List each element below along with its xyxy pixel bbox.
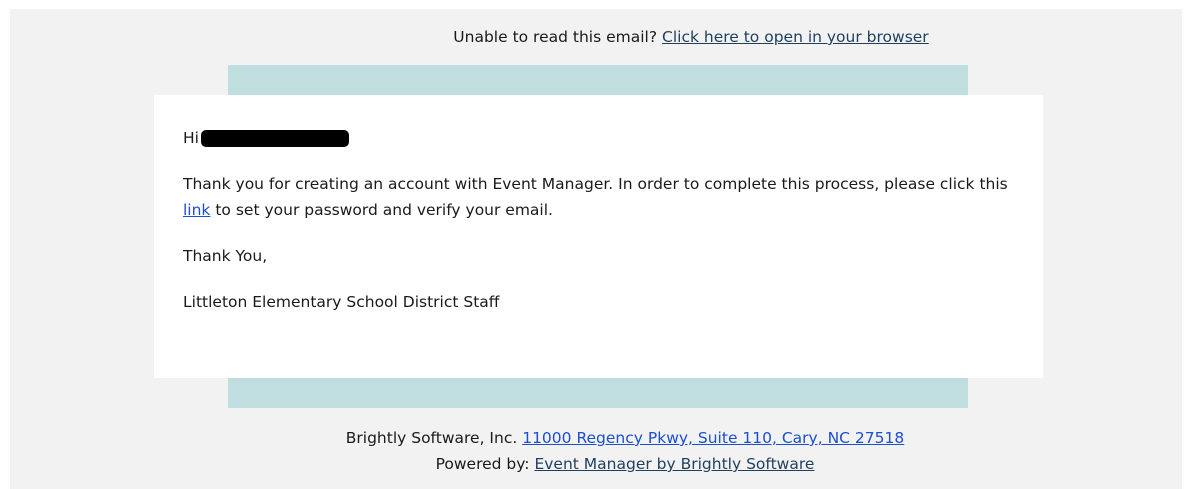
email-frame: Unable to read this email? Click here to… xyxy=(10,9,1182,489)
open-in-browser-link[interactable]: Click here to open in your browser xyxy=(662,28,929,46)
greeting: Hi xyxy=(183,125,1014,151)
email-footer: Brightly Software, Inc. 11000 Regency Pk… xyxy=(10,425,1182,477)
company-name: Brightly Software, Inc. xyxy=(345,429,518,447)
powered-by-label: Powered by: xyxy=(435,455,530,473)
signoff: Thank You, xyxy=(183,247,268,265)
powered-by-link[interactable]: Event Manager by Brightly Software xyxy=(534,455,814,473)
powered-by-line: Powered by: Event Manager by Brightly So… xyxy=(68,451,1182,477)
message-card: Hi Thank you for creating an account wit… xyxy=(154,95,1043,378)
body-text-after-link: to set your password and verify your ema… xyxy=(215,201,553,219)
redacted-name xyxy=(201,130,349,147)
browser-view-notice: Unable to read this email? Click here to… xyxy=(10,28,1182,46)
company-address-link[interactable]: 11000 Regency Pkwy, Suite 110, Cary, NC … xyxy=(522,429,904,447)
verify-email-link[interactable]: link xyxy=(183,201,210,219)
signature: Littleton Elementary School District Sta… xyxy=(183,293,500,311)
company-line: Brightly Software, Inc. 11000 Regency Pk… xyxy=(68,425,1182,451)
message-body: Thank you for creating an account with E… xyxy=(183,171,1014,223)
greeting-text: Hi xyxy=(183,129,199,147)
body-text-before-link: Thank you for creating an account with E… xyxy=(183,175,1008,193)
unable-to-read-text: Unable to read this email? xyxy=(453,28,658,46)
